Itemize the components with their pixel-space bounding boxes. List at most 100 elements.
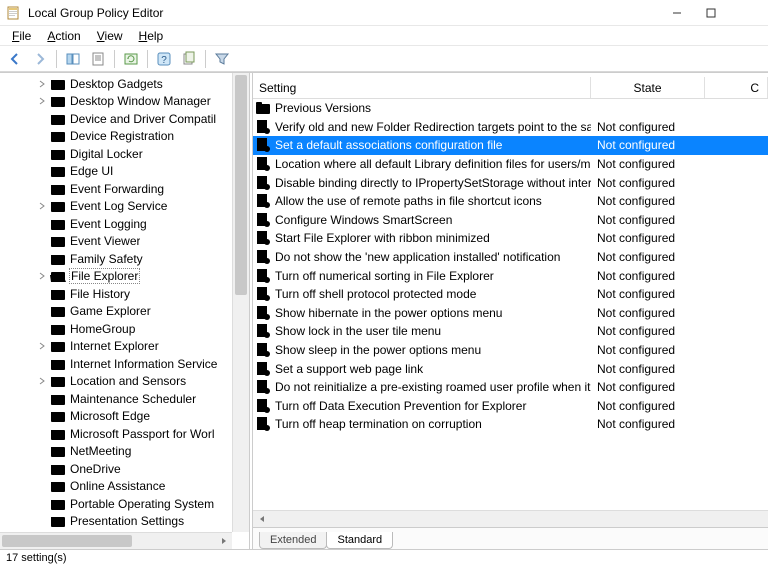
setting-label: Start File Explorer with ribbon minimize… [275,231,490,245]
list-row[interactable]: Verify old and new Folder Redirection ta… [253,118,768,137]
back-button[interactable] [4,48,26,70]
tree-item[interactable]: Portable Operating System [0,495,232,513]
list-row[interactable]: Do not show the 'new application install… [253,248,768,267]
tree-item[interactable]: Device and Driver Compatil [0,110,232,128]
state-cell: Not configured [591,194,705,208]
export-list-button[interactable] [178,48,200,70]
tree-item[interactable]: Game Explorer [0,303,232,321]
tree-item[interactable]: File History [0,285,232,303]
list-row[interactable]: Do not reinitialize a pre-existing roame… [253,378,768,397]
tree-item-label: Device Registration [70,129,174,143]
tree-item-label: Presentation Settings [70,514,184,528]
menu-help[interactable]: Help [131,27,172,45]
tree-item[interactable]: Maintenance Scheduler [0,390,232,408]
list-row[interactable]: Turn off numerical sorting in File Explo… [253,266,768,285]
list-row[interactable]: Set a support web page linkNot configure… [253,359,768,378]
setting-label: Do not show the 'new application install… [275,250,560,264]
folder-icon [50,164,66,178]
expand-icon[interactable] [36,200,48,212]
tree-item[interactable]: NetMeeting [0,443,232,461]
list-row[interactable]: Show lock in the user tile menuNot confi… [253,322,768,341]
expand-icon[interactable] [36,375,48,387]
filter-button[interactable] [211,48,233,70]
refresh-button[interactable] [120,48,142,70]
tree-item[interactable]: Event Logging [0,215,232,233]
list-row[interactable]: Allow the use of remote paths in file sh… [253,192,768,211]
tree-item[interactable]: Device Registration [0,128,232,146]
tree-item[interactable]: Family Safety [0,250,232,268]
expand-icon [36,498,48,510]
scroll-left-icon[interactable] [253,511,270,527]
tab-extended[interactable]: Extended [259,532,327,549]
setting-cell: Previous Versions [255,100,591,116]
scroll-right-icon[interactable] [215,533,232,549]
tab-standard[interactable]: Standard [326,532,393,549]
forward-button[interactable] [29,48,51,70]
tree-item[interactable]: Edge UI [0,163,232,181]
minimize-button[interactable] [660,2,694,24]
show-hide-tree-button[interactable] [62,48,84,70]
list-row[interactable]: Configure Windows SmartScreenNot configu… [253,211,768,230]
state-cell: Not configured [591,417,705,431]
list-row[interactable]: Location where all default Library defin… [253,155,768,174]
tree-item[interactable]: Microsoft Edge [0,408,232,426]
help-button[interactable]: ? [153,48,175,70]
menu-action[interactable]: Action [39,27,88,45]
setting-cell: Turn off heap termination on corruption [255,416,591,432]
list-row[interactable]: Start File Explorer with ribbon minimize… [253,229,768,248]
state-cell: Not configured [591,324,705,338]
tree-item[interactable]: Internet Explorer [0,338,232,356]
tree-item-label: Portable Operating System [70,497,214,511]
list-row[interactable]: Set a default associations configuration… [253,136,768,155]
list-row[interactable]: Turn off Data Execution Prevention for E… [253,397,768,416]
scrollbar-thumb[interactable] [235,75,247,295]
tree-horizontal-scrollbar[interactable] [0,532,232,549]
menu-view[interactable]: View [89,27,131,45]
list-horizontal-scrollbar[interactable] [253,510,768,527]
list-row[interactable]: Show sleep in the power options menuNot … [253,341,768,360]
expand-icon[interactable] [36,78,48,90]
column-setting[interactable]: Setting [253,77,591,98]
tree-item[interactable]: Presentation Settings [0,513,232,531]
policy-setting-icon [255,119,271,135]
setting-label: Turn off heap termination on corruption [275,417,482,431]
tree-item[interactable]: HomeGroup [0,320,232,338]
tree-item[interactable]: Event Viewer [0,233,232,251]
tree-item[interactable]: Digital Locker [0,145,232,163]
tree-item-label: HomeGroup [70,322,135,336]
expand-icon[interactable] [36,340,48,352]
tree-vertical-scrollbar[interactable] [232,73,249,532]
column-state[interactable]: State [591,77,705,98]
tree-item-label: Event Log Service [70,199,167,213]
state-cell: Not configured [591,380,705,394]
tree-item[interactable]: Location and Sensors [0,373,232,391]
scrollbar-thumb[interactable] [2,535,132,547]
tree-item[interactable]: Online Assistance [0,478,232,496]
list-row[interactable]: Show hibernate in the power options menu… [253,304,768,323]
tree-item[interactable]: Event Forwarding [0,180,232,198]
list-row[interactable]: Turn off shell protocol protected modeNo… [253,285,768,304]
tree-item[interactable]: File Explorer [0,268,232,286]
list-row[interactable]: Disable binding directly to IPropertySet… [253,173,768,192]
maximize-button[interactable] [694,2,728,24]
tree-item[interactable]: Desktop Gadgets [0,75,232,93]
tree-item[interactable]: Internet Information Service [0,355,232,373]
properties-button[interactable] [87,48,109,70]
menubar: File Action View Help [0,26,768,46]
folder-icon [50,129,66,143]
tree-item-label: File Explorer [70,269,139,283]
list-row[interactable]: Previous Versions [253,99,768,118]
expand-icon[interactable] [36,270,48,282]
setting-cell: Set a default associations configuration… [255,137,591,153]
tree-item-label: Event Forwarding [70,182,164,196]
list-row[interactable]: Turn off heap termination on corruption N… [253,415,768,434]
menu-file[interactable]: File [4,27,39,45]
tree-item[interactable]: Event Log Service [0,198,232,216]
expand-icon[interactable] [36,95,48,107]
tree-item[interactable]: Desktop Window Manager [0,93,232,111]
expand-icon [36,253,48,265]
expand-icon [36,130,48,142]
tree-item[interactable]: Microsoft Passport for Worl [0,425,232,443]
tree-item[interactable]: OneDrive [0,460,232,478]
column-comment[interactable]: C [705,77,768,98]
